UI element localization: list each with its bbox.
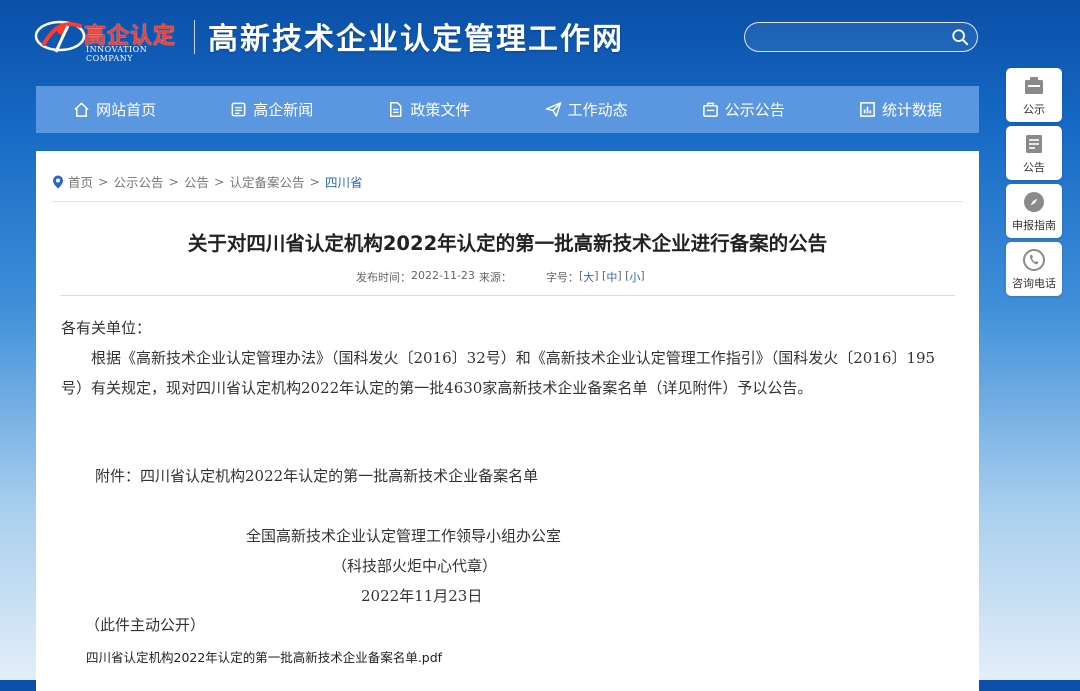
breadcrumb-separator: > <box>214 174 225 189</box>
phone-icon <box>1023 248 1045 271</box>
news-icon <box>231 102 246 117</box>
public-note: （此件主动公开） <box>85 616 206 634</box>
side-tool-guide[interactable]: 申报指南 <box>1006 184 1062 238</box>
article-panel: 首页 > 公示公告 > 公告 > 认定备案公告 > 四川省 关于对四川省认定机构… <box>36 151 979 691</box>
article-meta: 发布时间： 2022-11-23 来源： 字号： [大] [中] [小] <box>356 269 645 285</box>
site-logo[interactable]: 高企认定 INNOVATION COMPANY <box>34 12 184 63</box>
attachment-note: 附件：四川省认定机构2022年认定的第一批高新技术企业备案名单 <box>95 467 539 485</box>
nav-item-policy[interactable]: 政策文件 <box>350 86 507 133</box>
side-tool-announcement[interactable]: 公告 <box>1006 126 1062 180</box>
source-label: 来源： <box>478 271 512 284</box>
nav-item-label: 网站首页 <box>96 101 157 119</box>
side-tool-label: 申报指南 <box>1012 218 1056 232</box>
side-tool-label: 公告 <box>1023 160 1045 174</box>
breadcrumb-home[interactable]: 首页 <box>68 172 93 191</box>
site-header: 高企认定 INNOVATION COMPANY 高新技术企业认定管理工作网 <box>0 0 1080 80</box>
fontsize-large-link[interactable]: 大 <box>583 269 594 285</box>
nav-item-home[interactable]: 网站首页 <box>36 86 193 133</box>
nav-item-label: 公示公告 <box>724 101 785 119</box>
breadcrumb-announcement[interactable]: 公告 <box>184 172 209 191</box>
header-divider <box>194 20 195 54</box>
notice-icon <box>702 102 718 117</box>
article-title: 关于对四川省认定机构2022年认定的第一批高新技术企业进行备案的公告 <box>187 232 828 255</box>
signature-agent: （科技部火炬中心代章） <box>332 557 498 575</box>
nav-item-stats[interactable]: 统计数据 <box>822 86 979 133</box>
publicity-icon <box>1025 76 1043 94</box>
side-tool-phone[interactable]: 咨询电话 <box>1006 242 1062 296</box>
breadcrumb: 首页 > 公示公告 > 公告 > 认定备案公告 > 四川省 <box>52 172 363 191</box>
location-pin-icon <box>53 175 63 188</box>
signature-org: 全国高新技术企业认定管理工作领导小组办公室 <box>246 527 562 545</box>
search-icon[interactable] <box>951 28 969 46</box>
nav-item-label: 政策文件 <box>410 101 471 119</box>
publish-date: 2022-11-23 <box>411 269 475 282</box>
breadcrumb-separator: > <box>98 174 109 189</box>
side-tool-label: 公示 <box>1023 102 1045 116</box>
fontsize-medium-link[interactable]: 中 <box>606 269 617 285</box>
meta-divider <box>60 295 955 296</box>
announcement-icon <box>1026 134 1042 153</box>
attachment-file-link[interactable]: 四川省认定机构2022年认定的第一批高新技术企业备案名单.pdf <box>86 647 442 666</box>
breadcrumb-current[interactable]: 四川省 <box>325 172 363 191</box>
greeting-text: 各有关单位： <box>61 319 152 337</box>
logo-emblem-icon <box>34 20 86 53</box>
nav-item-label: 工作动态 <box>567 101 628 119</box>
search-box <box>744 22 978 52</box>
search-input[interactable] <box>757 27 941 49</box>
compass-icon <box>1024 191 1044 212</box>
breadcrumb-filing[interactable]: 认定备案公告 <box>230 172 305 191</box>
nav-item-notice[interactable]: 公示公告 <box>665 86 822 133</box>
nav-item-work[interactable]: 工作动态 <box>508 86 665 133</box>
nav-item-label: 统计数据 <box>881 101 942 119</box>
chart-icon <box>860 102 875 117</box>
breadcrumb-notice[interactable]: 公示公告 <box>114 172 164 191</box>
fontsize-label: 字号： <box>545 271 579 284</box>
document-icon <box>390 101 402 118</box>
breadcrumb-separator: > <box>309 174 320 189</box>
send-icon <box>545 102 561 117</box>
signature-date: 2022年11月23日 <box>361 587 483 605</box>
breadcrumb-divider <box>52 201 963 202</box>
logo-text-en: INNOVATION COMPANY <box>86 45 148 63</box>
fontsize-small-link[interactable]: 小 <box>629 269 640 285</box>
side-tool-label: 咨询电话 <box>1012 276 1056 290</box>
side-toolbar: 公示 公告 申报指南 咨询电话 <box>1006 68 1062 300</box>
home-icon <box>74 102 89 117</box>
breadcrumb-separator: > <box>168 174 179 189</box>
main-paragraph: 根据《高新技术企业认定管理办法》（国科发火〔2016〕32号）和《高新技术企业认… <box>61 349 936 397</box>
site-title: 高新技术企业认定管理工作网 <box>208 22 624 57</box>
publish-label: 发布时间： <box>356 271 411 284</box>
main-nav: 网站首页 高企新闻 政策文件 工作动态 公示公告 统计数据 <box>36 86 979 133</box>
nav-item-news[interactable]: 高企新闻 <box>193 86 350 133</box>
side-tool-publicity[interactable]: 公示 <box>1006 68 1062 122</box>
nav-item-label: 高企新闻 <box>253 101 314 119</box>
